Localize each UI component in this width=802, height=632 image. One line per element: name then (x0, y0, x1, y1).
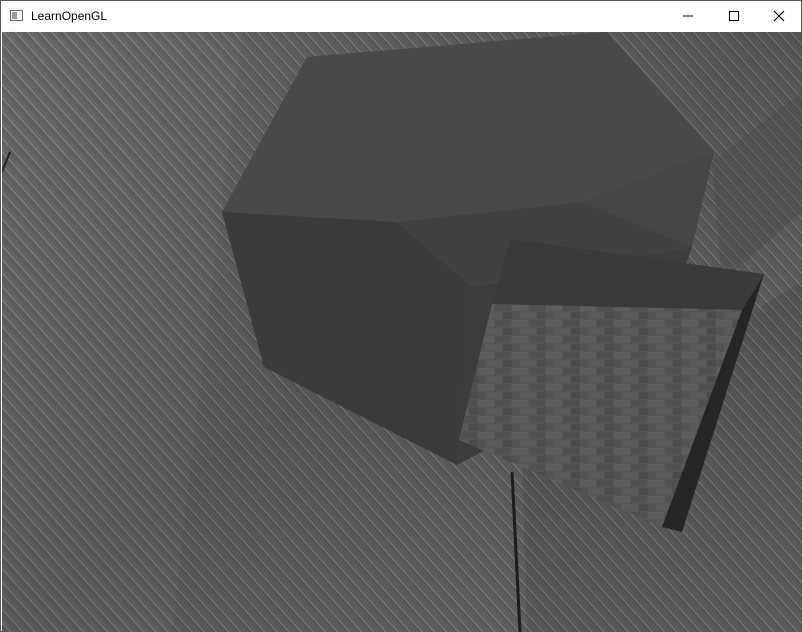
app-window-icon (10, 10, 23, 21)
opengl-render-canvas[interactable] (2, 32, 802, 632)
close-icon (773, 10, 785, 22)
maximize-icon (729, 11, 739, 21)
application-window: LearnOpenGL (0, 0, 802, 632)
window-title: LearnOpenGL (31, 9, 108, 23)
render-scene (2, 32, 802, 632)
minimize-icon (683, 15, 693, 17)
minimize-button[interactable] (665, 1, 711, 31)
close-button[interactable] (756, 1, 802, 31)
maximize-button[interactable] (711, 1, 757, 31)
title-bar[interactable]: LearnOpenGL (1, 1, 801, 31)
